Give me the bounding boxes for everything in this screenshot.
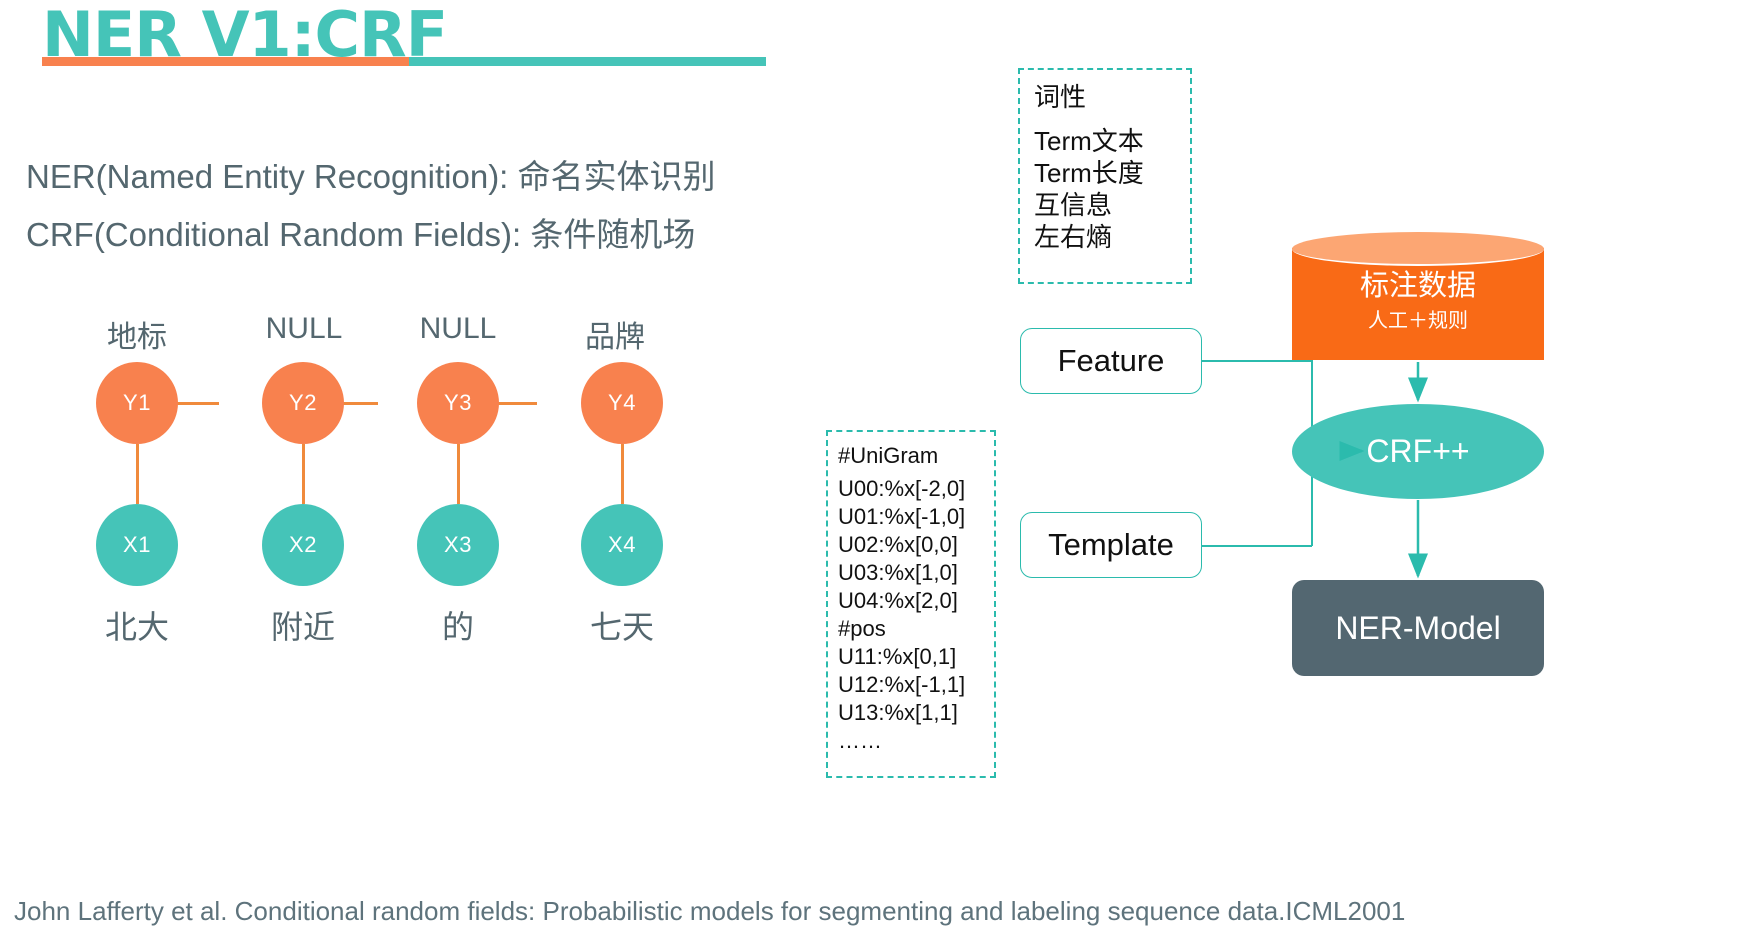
template-line: U13:%x[1,1]: [838, 700, 958, 725]
connector-template-right: [1202, 545, 1312, 547]
node-y4[interactable]: Y4: [581, 362, 663, 444]
word-label-3: 的: [441, 609, 474, 645]
feature-list-item: 词性: [1034, 82, 1087, 112]
word-label-4: 七天: [589, 609, 654, 645]
feature-list-item: Term长度: [1034, 158, 1144, 188]
edge-y2-x2: [302, 444, 305, 504]
template-line: U04:%x[2,0]: [838, 588, 958, 613]
tag-label-4: 品牌: [585, 321, 645, 354]
definition-line-ner: NER(Named Entity Recognition): 命名实体识别: [26, 158, 716, 195]
node-y1[interactable]: Y1: [96, 362, 178, 444]
node-x2[interactable]: X2: [262, 504, 344, 586]
feature-node[interactable]: Feature: [1020, 328, 1202, 394]
template-line: ……: [838, 728, 882, 753]
node-y2[interactable]: Y2: [262, 362, 344, 444]
feature-list-item: 互信息: [1034, 190, 1113, 220]
edge-y4-x4: [621, 444, 624, 504]
cylinder-top-ellipse: [1292, 232, 1544, 266]
ner-model-node[interactable]: NER-Model: [1292, 580, 1544, 676]
tag-label-2: NULL: [265, 312, 343, 345]
template-list-box: #UniGram U00:%x[-2,0] U01:%x[-1,0] U02:%…: [826, 430, 996, 778]
datastore-title: 标注数据: [1359, 270, 1476, 302]
template-line: U01:%x[-1,0]: [838, 504, 966, 529]
crfpp-node[interactable]: CRF++: [1292, 404, 1544, 499]
feature-list-box: 词性 Term文本 Term长度 互信息 左右熵: [1018, 68, 1192, 284]
template-line: #UniGram: [838, 443, 939, 468]
definition-block: NER(Named Entity Recognition): 命名实体识别 CR…: [26, 148, 716, 264]
slide-canvas: NER V1:CRF NER(Named Entity Recognition)…: [0, 0, 1760, 950]
datastore-subtitle: 人工＋规则: [1368, 310, 1468, 332]
cylinder-text: 标注数据 人工＋规则: [1292, 266, 1544, 336]
word-label-2: 附近: [270, 609, 335, 645]
citation-text: John Lafferty et al. Conditional random …: [14, 896, 1406, 926]
crf-graph: 地标 NULL NULL 品牌 Y1 Y2 Y3 Y4 X1 X2 X3 X4 …: [0, 290, 760, 710]
template-line: U02:%x[0,0]: [838, 532, 958, 557]
tag-label-1: 地标: [107, 321, 167, 354]
tag-label-3: NULL: [419, 312, 497, 345]
title-underline-teal: [409, 57, 766, 66]
node-y3[interactable]: Y3: [417, 362, 499, 444]
edge-y1-x1: [136, 444, 139, 504]
edge-y3-x3: [457, 444, 460, 504]
template-line: U03:%x[1,0]: [838, 560, 958, 585]
template-line: U11:%x[0,1]: [838, 644, 957, 669]
template-line: U12:%x[-1,1]: [838, 672, 966, 697]
definition-line-crf: CRF(Conditional Random Fields): 条件随机场: [26, 216, 696, 253]
template-line: #pos: [838, 616, 886, 641]
node-x3[interactable]: X3: [417, 504, 499, 586]
feature-list-item: Term文本: [1034, 126, 1144, 156]
feature-list-item: 左右熵: [1034, 222, 1113, 252]
node-x1[interactable]: X1: [96, 504, 178, 586]
word-label-1: 北大: [104, 609, 169, 645]
template-line: U00:%x[-2,0]: [838, 476, 966, 501]
template-node[interactable]: Template: [1020, 512, 1202, 578]
title-underline-orange: [42, 57, 409, 66]
connector-feature-right: [1202, 360, 1312, 362]
node-x4[interactable]: X4: [581, 504, 663, 586]
annotated-data-cylinder: 标注数据 人工＋规则: [1292, 232, 1544, 360]
